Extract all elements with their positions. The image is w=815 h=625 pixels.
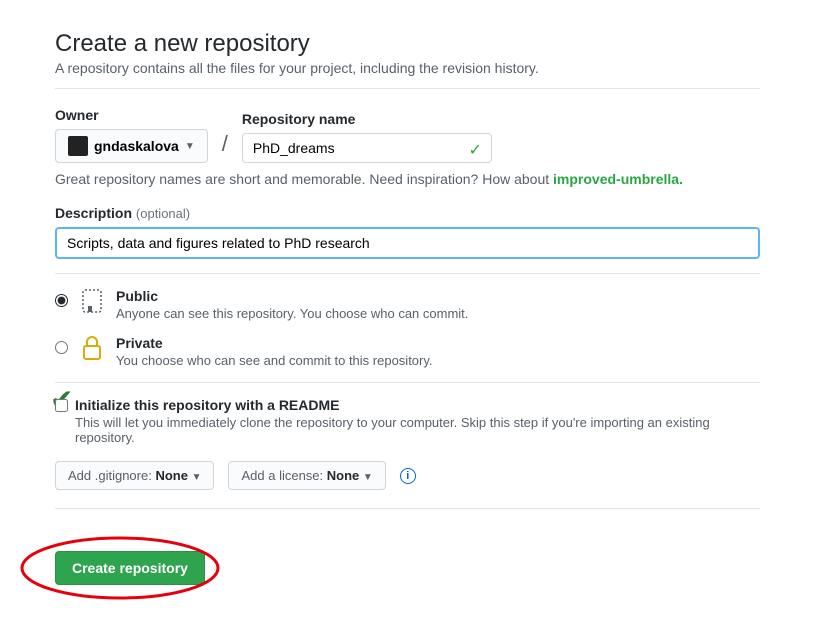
avatar xyxy=(68,136,88,156)
gitignore-dropdown[interactable]: Add .gitignore: None ▼ xyxy=(55,461,214,490)
owner-username: gndaskalova xyxy=(94,138,179,154)
hint-text: Great repository names are short and mem… xyxy=(55,171,549,187)
repo-icon xyxy=(78,288,106,316)
check-icon: ✓ xyxy=(468,140,481,160)
repo-name-label: Repository name xyxy=(242,111,492,127)
public-desc: Anyone can see this repository. You choo… xyxy=(116,306,468,321)
gitignore-prefix: Add .gitignore: xyxy=(68,468,155,483)
divider xyxy=(55,508,760,509)
private-title: Private xyxy=(116,335,433,351)
license-dropdown[interactable]: Add a license: None ▼ xyxy=(228,461,385,490)
readme-desc: This will let you immediately clone the … xyxy=(55,415,760,445)
chevron-down-icon: ▼ xyxy=(192,472,202,483)
public-radio[interactable] xyxy=(55,294,68,307)
readme-checkbox[interactable] xyxy=(55,399,68,412)
repo-name-input[interactable] xyxy=(242,133,492,163)
chevron-down-icon: ▼ xyxy=(185,141,195,152)
create-repository-button[interactable]: Create repository xyxy=(55,551,205,585)
page-subtitle: A repository contains all the files for … xyxy=(55,60,760,76)
divider xyxy=(55,273,760,274)
slash-separator: / xyxy=(222,131,228,157)
chevron-down-icon: ▼ xyxy=(363,472,373,483)
lock-icon xyxy=(78,335,106,361)
description-input[interactable] xyxy=(55,227,760,259)
private-desc: You choose who can see and commit to thi… xyxy=(116,353,433,368)
gitignore-value: None xyxy=(155,468,188,483)
private-radio[interactable] xyxy=(55,341,68,354)
suggestion-link[interactable]: improved-umbrella. xyxy=(553,171,683,187)
description-label: Description xyxy=(55,205,132,221)
owner-label: Owner xyxy=(55,107,208,123)
license-prefix: Add a license: xyxy=(241,468,326,483)
name-hint: Great repository names are short and mem… xyxy=(55,171,760,187)
page-title: Create a new repository xyxy=(55,30,760,58)
public-title: Public xyxy=(116,288,468,304)
optional-label: (optional) xyxy=(136,206,190,221)
divider xyxy=(55,88,760,89)
license-value: None xyxy=(327,468,360,483)
divider xyxy=(55,382,760,383)
info-icon[interactable]: i xyxy=(400,468,416,484)
readme-title: Initialize this repository with a README xyxy=(55,397,760,413)
owner-dropdown[interactable]: gndaskalova ▼ xyxy=(55,129,208,163)
